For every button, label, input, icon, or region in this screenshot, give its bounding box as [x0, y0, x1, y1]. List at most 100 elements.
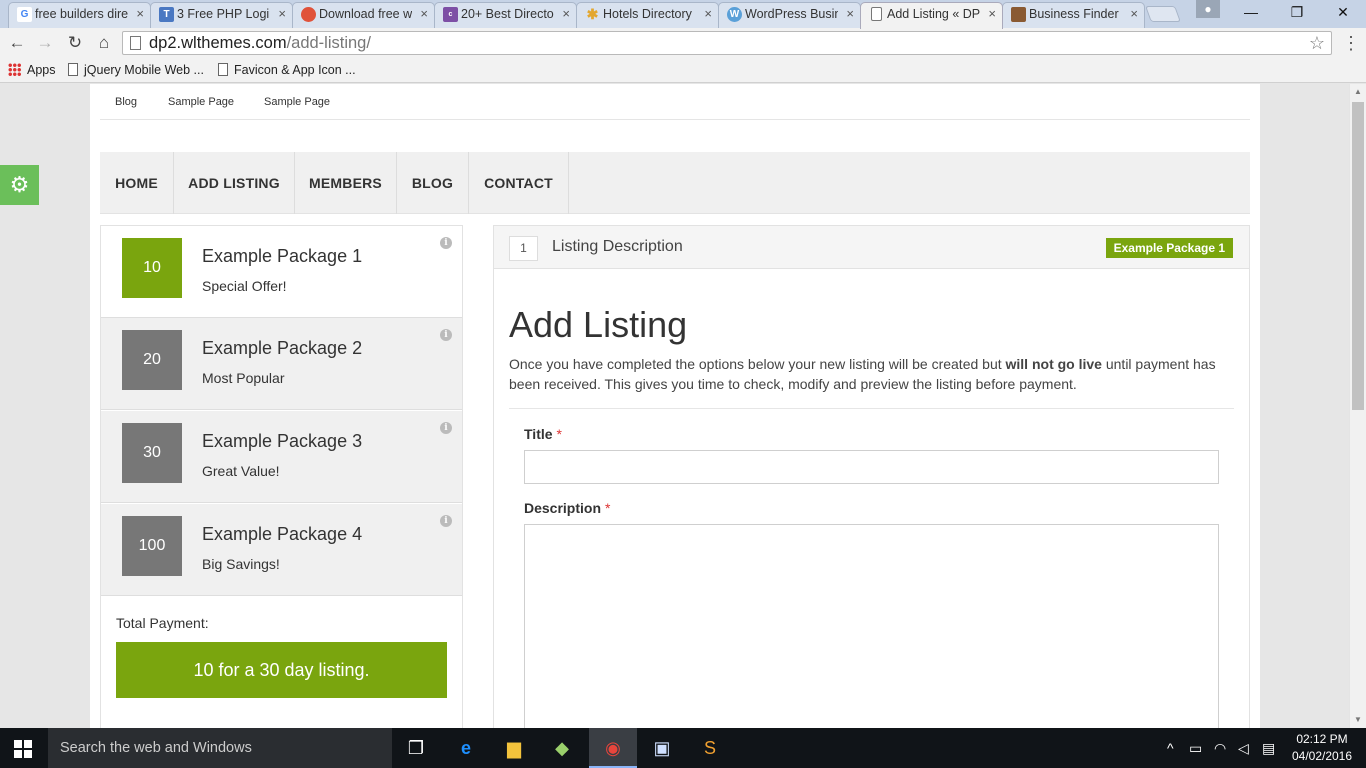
browser-tab[interactable]: W WordPress Busin × — [718, 2, 861, 28]
top-link-blog[interactable]: Blog — [115, 96, 137, 108]
bookmark-apps[interactable]: Apps — [8, 62, 56, 78]
windows-taskbar: Search the web and Windows ❐ e ▆ ◆ ◉ ▣ S… — [0, 728, 1366, 768]
title-input[interactable] — [524, 450, 1219, 484]
bookmarks-bar: Apps jQuery Mobile Web ... Favicon & App… — [0, 58, 1366, 83]
browser-tab[interactable]: c 20+ Best Directo × — [434, 2, 577, 28]
page-icon — [218, 63, 228, 76]
settings-gear-icon[interactable]: ⚙ — [0, 165, 39, 205]
top-link-sample-page[interactable]: Sample Page — [264, 96, 330, 108]
package-option[interactable]: 10 Example Package 1 Special Offer! i — [101, 226, 462, 318]
reload-icon[interactable]: ↻ — [64, 32, 86, 54]
required-marker: * — [556, 426, 562, 442]
close-tab-icon[interactable]: × — [988, 3, 996, 25]
package-description: Great Value! — [202, 463, 280, 479]
description-textarea[interactable] — [524, 524, 1219, 728]
package-name: Example Package 2 — [202, 338, 363, 358]
browser-tab-strip: G free builders dire × T 3 Free PHP Logi… — [0, 0, 1366, 29]
forward-icon[interactable]: → — [34, 32, 56, 54]
browser-tab[interactable]: ✱ Hotels Directory × — [576, 2, 719, 28]
t-icon: T — [159, 7, 174, 22]
intro-text: Once you have completed the options belo… — [509, 356, 1216, 392]
browser-tab[interactable]: Download free w × — [292, 2, 435, 28]
main-navigation: HOME ADD LISTING MEMBERS BLOG CONTACT — [100, 152, 1250, 214]
close-tab-icon[interactable]: × — [420, 3, 428, 25]
listing-form-panel: 1 Listing Description Example Package 1 … — [493, 225, 1250, 728]
close-tab-icon[interactable]: × — [704, 3, 712, 25]
app-icon[interactable]: ▣ — [650, 736, 674, 760]
scroll-up-icon[interactable]: ▲ — [1350, 84, 1366, 100]
info-icon[interactable]: i — [440, 329, 452, 341]
chrome-icon[interactable]: ◉ — [601, 736, 625, 760]
form-step-header: 1 Listing Description Example Package 1 — [494, 226, 1249, 269]
back-icon[interactable]: ← — [6, 32, 28, 54]
packages-list: 10 Example Package 1 Special Offer! i 20… — [100, 225, 463, 728]
url-domain: dp2.wlthemes.com — [149, 34, 287, 52]
new-tab-button[interactable] — [1145, 6, 1181, 22]
info-icon[interactable]: i — [440, 515, 452, 527]
colorlib-icon: c — [443, 7, 458, 22]
notifications-icon[interactable]: ▤ — [1262, 740, 1275, 757]
close-tab-icon[interactable]: × — [562, 3, 570, 25]
page-icon — [871, 7, 882, 21]
browser-tab[interactable]: G free builders dire × — [8, 2, 151, 28]
top-link-sample-page[interactable]: Sample Page — [168, 96, 234, 108]
home-icon[interactable]: ⌂ — [93, 32, 115, 54]
minimize-icon[interactable]: — — [1228, 0, 1274, 26]
scroll-down-icon[interactable]: ▼ — [1350, 712, 1366, 728]
nav-blog[interactable]: BLOG — [397, 152, 469, 214]
address-bar[interactable]: dp2.wlthemes.com/add-listing/ ☆ — [122, 31, 1332, 55]
package-option[interactable]: 30 Example Package 3 Great Value! i — [101, 411, 462, 503]
file-explorer-icon[interactable]: ▆ — [502, 736, 526, 760]
package-option[interactable]: 100 Example Package 4 Big Savings! i — [101, 504, 462, 596]
taskbar-search-input[interactable]: Search the web and Windows — [48, 728, 392, 768]
package-description: Most Popular — [202, 370, 285, 386]
package-price: 100 — [122, 516, 182, 576]
store-icon[interactable]: ◆ — [550, 736, 574, 760]
package-price: 20 — [122, 330, 182, 390]
battery-icon[interactable]: ▭ — [1189, 740, 1202, 757]
nav-add-listing[interactable]: ADD LISTING — [174, 152, 295, 214]
bookmark-item[interactable]: jQuery Mobile Web ... — [68, 62, 204, 78]
wifi-icon[interactable]: ◠ — [1214, 740, 1226, 757]
user-profile-icon[interactable]: ● — [1196, 0, 1220, 18]
info-icon[interactable]: i — [440, 237, 452, 249]
tray-chevron-icon[interactable]: ^ — [1167, 740, 1174, 756]
package-name: Example Package 1 — [202, 246, 363, 266]
description-label: Description * — [524, 500, 611, 516]
payment-summary-button[interactable]: 10 for a 30 day listing. — [116, 642, 447, 698]
browser-tab[interactable]: Business Finder × — [1002, 2, 1145, 28]
scrollbar-thumb[interactable] — [1352, 102, 1364, 410]
close-tab-icon[interactable]: × — [136, 3, 144, 25]
close-tab-icon[interactable]: × — [278, 3, 286, 25]
package-option[interactable]: 20 Example Package 2 Most Popular i — [101, 318, 462, 410]
clock-time: 02:12 PM — [1296, 732, 1348, 746]
google-icon: G — [17, 7, 32, 22]
taskbar-clock[interactable]: 02:12 PM 04/02/2016 — [1287, 731, 1357, 765]
browser-menu-icon[interactable]: ⋮ — [1342, 32, 1360, 54]
page-icon — [68, 63, 78, 76]
close-tab-icon[interactable]: × — [1130, 3, 1138, 25]
total-payment-label: Total Payment: — [116, 615, 209, 631]
volume-icon[interactable]: ◁ — [1238, 740, 1249, 757]
nav-members[interactable]: MEMBERS — [295, 152, 397, 214]
sublime-icon[interactable]: S — [698, 736, 722, 760]
package-price: 10 — [122, 238, 182, 298]
close-window-icon[interactable]: ✕ — [1320, 0, 1366, 26]
info-icon[interactable]: i — [440, 422, 452, 434]
page-scrollbar[interactable]: ▲ ▼ — [1349, 84, 1366, 728]
nav-home[interactable]: HOME — [100, 152, 174, 214]
browser-tab[interactable]: T 3 Free PHP Login × — [150, 2, 293, 28]
restore-icon[interactable]: ❐ — [1274, 0, 1320, 26]
bookmark-item[interactable]: Favicon & App Icon ... — [218, 62, 356, 78]
nav-contact[interactable]: CONTACT — [469, 152, 569, 214]
windows-start-icon[interactable] — [14, 740, 32, 758]
bookmark-star-icon[interactable]: ☆ — [1309, 32, 1325, 54]
browser-tab-active[interactable]: Add Listing « DP × — [860, 2, 1003, 29]
edge-icon[interactable]: e — [454, 736, 478, 760]
clock-date: 04/02/2016 — [1291, 749, 1353, 763]
task-view-icon[interactable]: ❐ — [404, 736, 428, 760]
close-tab-icon[interactable]: × — [846, 3, 854, 25]
apps-grid-icon — [8, 63, 21, 76]
star-burst-icon: ✱ — [586, 6, 599, 22]
page-content: Blog Sample Page Sample Page HOME ADD LI… — [90, 84, 1260, 728]
